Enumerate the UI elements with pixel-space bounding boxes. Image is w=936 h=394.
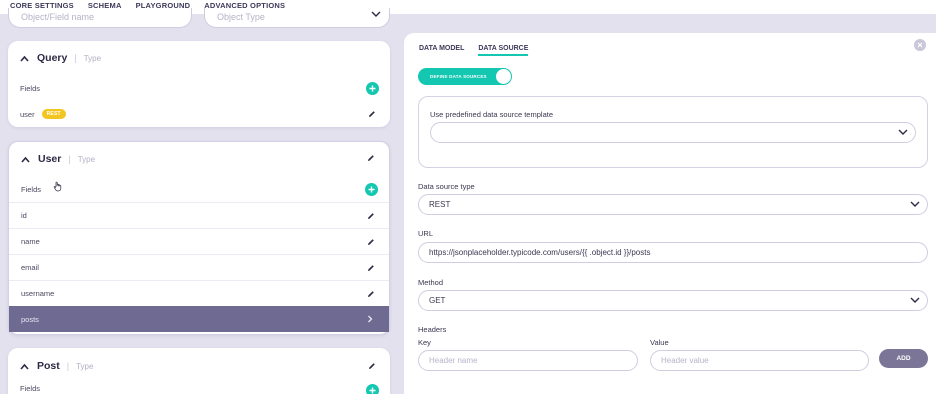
data-source-panel: DATA MODEL DATA SOURCE DEFINE DATA SOURC… bbox=[404, 33, 936, 394]
chevron-down-icon bbox=[371, 11, 381, 17]
fields-header: Fields bbox=[9, 176, 389, 202]
type-card-user: User | Type Fields id name email usernam… bbox=[8, 141, 390, 335]
source-type-label: Data source type bbox=[418, 182, 475, 191]
method-select[interactable]: GET bbox=[418, 290, 928, 311]
method-label: Method bbox=[418, 278, 444, 287]
separator: | bbox=[74, 53, 77, 63]
close-button[interactable] bbox=[914, 39, 926, 51]
add-field-button[interactable] bbox=[366, 81, 379, 95]
hand-cursor-icon bbox=[53, 181, 62, 192]
template-select[interactable] bbox=[430, 122, 916, 143]
chevron-up-icon[interactable] bbox=[20, 55, 29, 62]
header-name-input[interactable]: Header name bbox=[418, 350, 638, 371]
toggle-knob bbox=[496, 69, 511, 84]
type-kind: Type bbox=[77, 154, 96, 164]
url-label: URL bbox=[418, 229, 434, 238]
plus-icon bbox=[369, 85, 376, 91]
type-card-header[interactable]: User | Type bbox=[9, 142, 389, 176]
separator: | bbox=[66, 361, 70, 371]
add-field-button[interactable] bbox=[366, 384, 379, 394]
chevron-down-icon bbox=[910, 297, 920, 303]
field-row-username[interactable]: username bbox=[9, 280, 389, 306]
object-type-placeholder: Object Type bbox=[217, 12, 265, 22]
close-icon bbox=[917, 42, 923, 48]
object-type-select[interactable]: Object Type bbox=[204, 8, 390, 28]
tab-data-model[interactable]: DATA MODEL bbox=[419, 45, 464, 52]
pencil-icon[interactable] bbox=[367, 264, 375, 272]
fields-header: Fields bbox=[8, 75, 390, 101]
rest-badge: REST bbox=[41, 109, 66, 119]
field-name: posts bbox=[21, 314, 39, 324]
plus-icon bbox=[369, 387, 376, 394]
header-value-placeholder: Header value bbox=[661, 356, 709, 365]
fields-label: Fields bbox=[20, 384, 41, 393]
key-label: Key bbox=[418, 338, 431, 347]
template-section: Use predefined data source template bbox=[418, 96, 928, 168]
pencil-icon[interactable] bbox=[368, 110, 376, 118]
chevron-right-icon bbox=[368, 315, 373, 323]
chevron-up-icon[interactable] bbox=[21, 156, 30, 163]
separator: | bbox=[68, 154, 71, 164]
chevron-down-icon bbox=[898, 129, 908, 135]
field-row-name[interactable]: name bbox=[9, 228, 389, 254]
source-type-select[interactable]: REST bbox=[418, 194, 928, 215]
add-header-button[interactable]: ADD bbox=[879, 349, 928, 368]
field-row-email[interactable]: email bbox=[9, 254, 389, 280]
object-field-placeholder: Object/Field name bbox=[21, 12, 95, 22]
fields-header: Fields bbox=[8, 384, 390, 394]
source-type-value: REST bbox=[429, 200, 451, 209]
define-data-sources-toggle[interactable]: DEFINE DATA SOURCES bbox=[418, 68, 512, 85]
field-row-id[interactable]: id bbox=[9, 202, 389, 228]
header-value-input[interactable]: Header value bbox=[650, 350, 869, 371]
type-card-query: Query | Type Fields user REST bbox=[8, 41, 390, 127]
pencil-icon[interactable] bbox=[367, 154, 375, 162]
pencil-icon[interactable] bbox=[367, 238, 375, 246]
chevron-down-icon bbox=[910, 201, 920, 207]
type-kind: Type bbox=[76, 361, 94, 371]
field-name: name bbox=[21, 237, 40, 246]
field-name: email bbox=[21, 263, 39, 272]
type-name: User bbox=[38, 153, 62, 165]
pencil-icon[interactable] bbox=[367, 290, 375, 298]
field-name: id bbox=[21, 211, 27, 220]
tab-data-source[interactable]: DATA SOURCE bbox=[478, 45, 529, 56]
value-label: Value bbox=[650, 338, 669, 347]
url-input[interactable]: https://jsonplaceholder.typicode.com/use… bbox=[418, 242, 928, 263]
add-field-button[interactable] bbox=[365, 182, 378, 196]
method-value: GET bbox=[429, 296, 446, 305]
pencil-icon[interactable] bbox=[367, 212, 375, 220]
template-label: Use predefined data source template bbox=[430, 110, 553, 119]
field-name: user bbox=[20, 109, 35, 119]
fields-label: Fields bbox=[20, 83, 41, 93]
fields-label: Fields bbox=[21, 184, 42, 194]
url-value: https://jsonplaceholder.typicode.com/use… bbox=[429, 248, 651, 257]
type-name: Query bbox=[37, 52, 68, 64]
type-card-post: Post | Type Fields bbox=[8, 348, 390, 394]
field-name: username bbox=[21, 289, 55, 298]
plus-icon bbox=[368, 186, 375, 192]
chevron-up-icon[interactable] bbox=[20, 363, 29, 370]
headers-label: Headers bbox=[418, 325, 447, 334]
type-card-header[interactable]: Query | Type bbox=[8, 41, 390, 75]
add-button-label: ADD bbox=[896, 355, 911, 362]
type-card-header[interactable]: Post | Type bbox=[8, 348, 390, 384]
toggle-label: DEFINE DATA SOURCES bbox=[430, 74, 487, 79]
pencil-icon[interactable] bbox=[368, 362, 376, 370]
type-name: Post bbox=[37, 360, 60, 372]
header-name-placeholder: Header name bbox=[429, 356, 478, 365]
panel-tabs: DATA MODEL DATA SOURCE bbox=[419, 45, 529, 56]
type-kind: Type bbox=[83, 53, 102, 63]
object-field-search-input[interactable]: Object/Field name bbox=[8, 8, 192, 28]
field-row-user[interactable]: user REST bbox=[8, 101, 390, 127]
field-row-posts[interactable]: posts bbox=[9, 306, 389, 332]
